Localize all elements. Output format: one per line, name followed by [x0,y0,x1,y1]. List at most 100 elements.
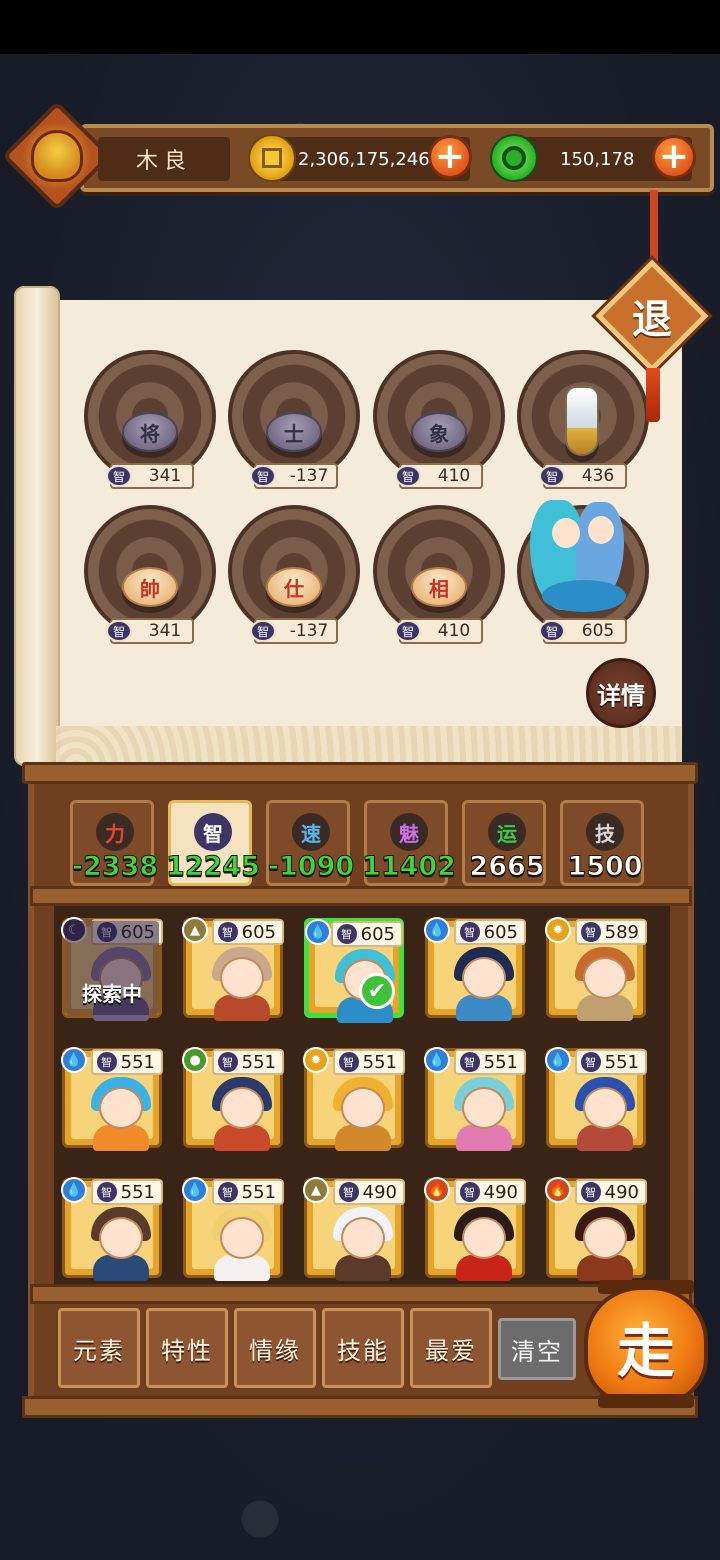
filter-button[interactable]: 元素 [58,1308,140,1388]
slot-stat-value: 410 [437,466,471,486]
cabinet-middle-shelf [30,886,692,906]
hero-card[interactable]: ▲ 智 490 [303,1177,405,1281]
mermaid-twins-portrait [522,496,634,622]
attribute-tab[interactable]: 智 12245 [166,800,260,886]
hero-face [462,1217,506,1259]
add-jade-button[interactable]: + [652,135,696,179]
attribute-glyph: 智 [194,813,232,851]
attribute-tab[interactable]: 力 -2338 [70,800,159,886]
hero-power-badge: 智 551 [90,1179,163,1205]
hero-power-badge: 智605 [453,919,526,945]
exit-tassel [646,368,660,422]
hero-card[interactable]: 💧 智 551 [61,1177,163,1281]
attribute-value: -1090 [267,851,355,883]
hero-card[interactable]: 💧 智 551 [61,1047,163,1151]
wisdom-stat-icon: 智 [580,1052,601,1072]
wisdom-stat-icon: 智 [217,1182,238,1202]
slot-stat-value: 436 [581,466,615,486]
chess-piece: 将 [122,412,178,452]
exploring-status: 探索中 [65,921,159,1015]
lantern-base [598,1394,694,1408]
wisdom-stat-icon: 智 [459,1182,480,1202]
slot-stat-tag: 智 -137 [250,463,338,489]
attribute-tab[interactable]: 运 2665 [462,800,546,886]
chess-piece: 仕 [266,567,322,607]
fire-icon: 🔥 [424,1177,450,1203]
slot-stat-tag: 智 410 [395,463,483,489]
filter-button[interactable]: 特性 [146,1308,228,1388]
exit-button[interactable]: 退 [591,255,713,377]
filter-button[interactable]: 最爱 [410,1308,492,1388]
wisdom-stat-icon: 智 [338,1182,359,1202]
hero-power-badge: 智 490 [453,1179,526,1205]
player-name: 木良 [98,137,230,181]
water-icon: 💧 [305,919,331,945]
hero-power-value: 605 [360,923,395,945]
wisdom-stat-icon: 智 [250,620,276,642]
hero-card[interactable]: ✹ 智 551 [303,1047,405,1151]
add-gold-button[interactable]: + [428,135,472,179]
mermaid-part [588,516,614,544]
gold-coin-icon [248,134,296,182]
light-icon: ✹ [303,1047,329,1073]
wood-icon: ● [182,1047,208,1073]
pawn-piece-icon [565,386,599,456]
chess-piece: 帥 [122,567,178,607]
player-avatar[interactable] [1,100,113,212]
wisdom-stat-icon: 智 [395,465,421,487]
hero-face [583,1217,627,1259]
hero-card[interactable]: ▲ 智 605 [182,917,284,1021]
scroll-roller [14,286,60,766]
hero-card[interactable]: 💧 智 551 [424,1047,526,1151]
attribute-glyph: 速 [292,813,330,851]
hero-card[interactable]: 💧 智 551 [182,1177,284,1281]
hero-power-badge: 智 490 [332,1179,405,1205]
filter-button[interactable]: 技能 [322,1308,404,1388]
wisdom-stat-icon: 智 [459,1052,480,1072]
hero-card[interactable]: 💧 智 605 [424,917,526,1021]
detail-button[interactable]: 详情 [586,658,656,728]
wisdom-stat-icon: 智 [106,620,132,642]
hero-power-value: 589 [604,921,639,943]
water-icon: 💧 [61,1047,87,1073]
hero-power-value: 490 [483,1181,518,1203]
wisdom-stat-icon: 智 [217,922,238,942]
filter-button[interactable]: 情缘 [234,1308,316,1388]
wisdom-stat-icon: 智 [580,922,601,942]
clear-button[interactable]: 清空 [498,1318,576,1380]
scroll-wave-pattern [56,726,682,766]
attribute-value: 1500 [567,851,643,883]
hero-card[interactable]: ☾智605探索中 [61,917,163,1021]
water-icon: 💧 [61,1177,87,1203]
slot-stat-value: 410 [437,621,471,641]
hero-card[interactable]: 🔥 智 490 [424,1177,526,1281]
hero-power-value: 605 [483,921,518,943]
hero-card[interactable]: ● 智 551 [182,1047,284,1151]
hero-power-badge: 智 551 [453,1049,526,1075]
hero-card[interactable]: 💧 智 551 [545,1047,647,1151]
demon-mask-icon [31,130,83,182]
earth-icon: ▲ [182,917,208,943]
attribute-tab[interactable]: 速 -1090 [266,800,355,886]
hero-face [99,1217,143,1259]
go-button[interactable]: 走 [584,1286,708,1406]
cabinet-bottom-shelf [30,1284,692,1304]
attribute-tab[interactable]: 魅 11402 [362,800,456,886]
earth-icon: ▲ [303,1177,329,1203]
cabinet-floor-shelf [22,1396,698,1418]
attribute-tab[interactable]: 技 1500 [560,800,644,886]
slot-stat-tag: 智 410 [395,618,483,644]
attribute-glyph: 魅 [390,813,428,851]
attribute-glyph: 力 [96,813,134,851]
hero-power-badge: 智605 [211,919,284,945]
wisdom-stat-icon: 智 [539,465,565,487]
hero-power-value: 605 [241,921,276,943]
green-coin-icon [490,134,538,182]
hero-card[interactable]: 🔥 智 490 [545,1177,647,1281]
water-icon: 💧 [545,1047,571,1073]
hero-card[interactable]: ✹ 智 589 [545,917,647,1021]
cabinet-top-shelf [22,762,698,784]
hero-face [220,1217,264,1259]
hero-card[interactable]: 💧 智 605 ✔ [304,918,404,1023]
wisdom-stat-icon: 智 [395,620,421,642]
